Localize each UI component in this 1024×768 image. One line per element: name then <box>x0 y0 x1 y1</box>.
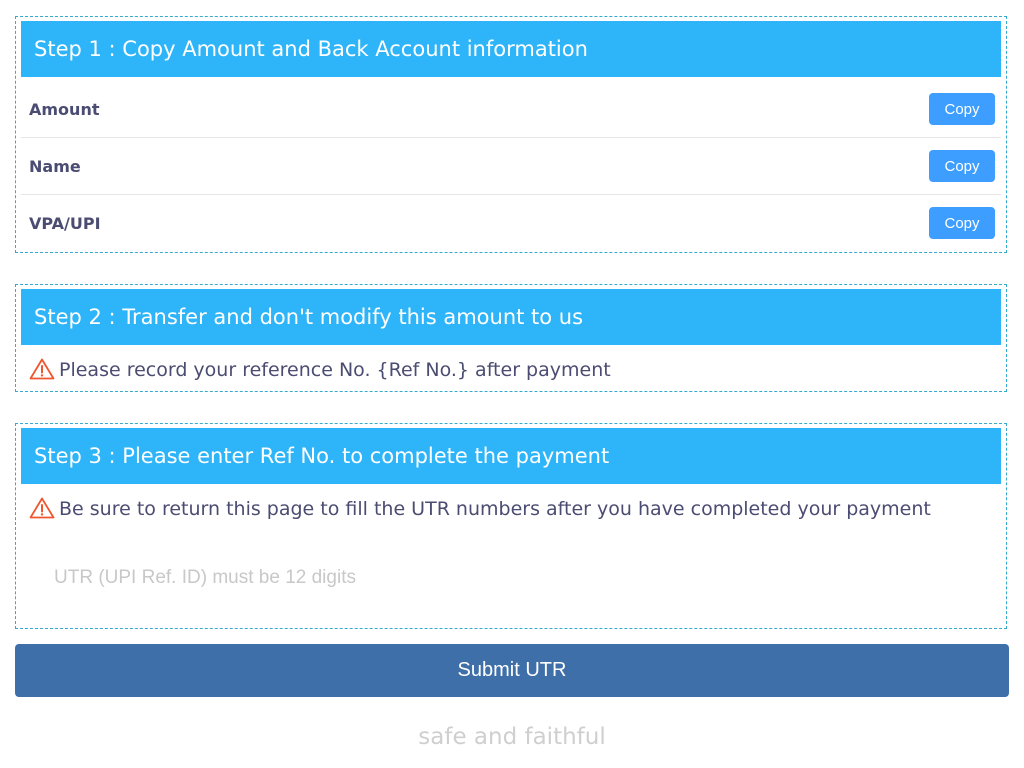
name-row: Name Copy <box>21 138 1001 195</box>
copy-vpa-upi-button[interactable]: Copy <box>929 207 995 239</box>
step-1-title: Step 1 : Copy Amount and Back Account in… <box>21 21 1001 77</box>
warning-triangle-icon <box>29 497 55 519</box>
footer-tagline: safe and faithful <box>418 724 606 750</box>
vpa-upi-label: VPA/UPI <box>29 214 101 233</box>
amount-row: Amount Copy <box>21 81 1001 138</box>
step-2-panel: Step 2 : Transfer and don't modify this … <box>15 284 1007 392</box>
step-1-panel: Step 1 : Copy Amount and Back Account in… <box>15 16 1007 253</box>
step-2-notice-text: Please record your reference No. {Ref No… <box>59 359 611 381</box>
utr-input[interactable] <box>42 560 982 596</box>
step-2-notice: Please record your reference No. {Ref No… <box>29 355 996 385</box>
step-2-title: Step 2 : Transfer and don't modify this … <box>21 289 1001 345</box>
step-3-notice: Be sure to return this page to fill the … <box>29 494 996 524</box>
step-3-title: Step 3 : Please enter Ref No. to complet… <box>21 428 1001 484</box>
vpa-upi-row: VPA/UPI Copy <box>21 195 1001 252</box>
copy-amount-button[interactable]: Copy <box>929 93 995 125</box>
copy-name-button[interactable]: Copy <box>929 150 995 182</box>
step-3-panel: Step 3 : Please enter Ref No. to complet… <box>15 423 1007 629</box>
warning-triangle-icon <box>29 358 55 380</box>
submit-utr-button[interactable]: Submit UTR <box>15 644 1009 697</box>
name-label: Name <box>29 157 81 176</box>
step-3-notice-text: Be sure to return this page to fill the … <box>59 498 931 520</box>
amount-label: Amount <box>29 100 100 119</box>
payment-page: Step 1 : Copy Amount and Back Account in… <box>0 0 1024 768</box>
